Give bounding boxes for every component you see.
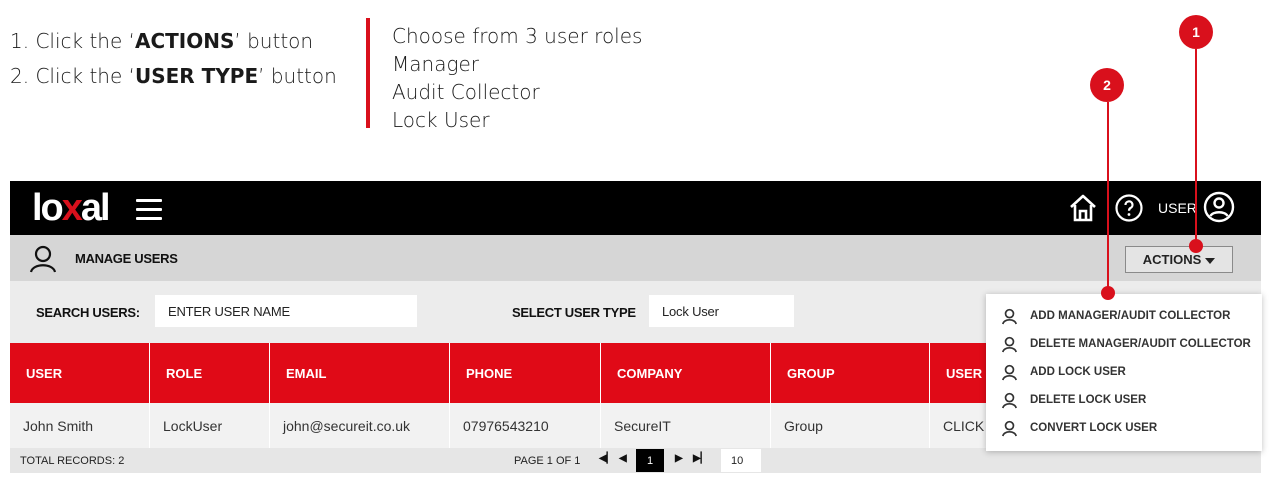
search-input[interactable]: ENTER USER NAME [155, 295, 417, 327]
column-header-user[interactable]: USER [10, 343, 150, 403]
logo-text: al [80, 187, 111, 229]
menu-item-label: ADD LOCK USER [1030, 366, 1126, 378]
callout-2: 2 [1090, 68, 1124, 102]
callout-1-dot [1189, 239, 1203, 253]
step-2-suffix: ’ button [258, 64, 337, 88]
user-label[interactable]: USER [1158, 200, 1197, 216]
actions-button[interactable]: ACTIONS [1125, 246, 1233, 273]
prev-page-icon[interactable]: ◀ [619, 453, 627, 464]
menu-item-delete-lock-user[interactable]: DELETE LOCK USER [986, 386, 1262, 414]
page-size-select[interactable]: 10 [721, 449, 761, 472]
roles-divider [366, 18, 370, 128]
logo-text: lo [32, 187, 64, 229]
user-icon [1002, 336, 1017, 352]
last-page-icon[interactable]: ▶▏ [693, 453, 708, 464]
user-icon [1002, 308, 1017, 324]
home-icon[interactable] [1068, 193, 1098, 223]
cell-group: Group [771, 403, 930, 448]
logo[interactable]: loxal [32, 187, 111, 229]
menu-item-label: DELETE MANAGER/AUDIT COLLECTOR [1030, 338, 1251, 350]
menu-item-convert-lock-user[interactable]: CONVERT LOCK USER [986, 414, 1262, 442]
menu-icon[interactable] [136, 199, 162, 220]
roles-list: Choose from 3 user roles Manager Audit C… [392, 22, 642, 134]
column-header-role[interactable]: ROLE [150, 343, 270, 403]
next-page-icon[interactable]: ▶ [675, 453, 683, 464]
user-icon [1002, 364, 1017, 380]
menu-item-add-manager[interactable]: ADD MANAGER/AUDIT COLLECTOR [986, 302, 1262, 330]
step-1: 1. Click the ‘ACTIONS’ button [10, 24, 337, 59]
user-type-select[interactable]: Lock User [649, 295, 794, 327]
callout-1-line [1195, 49, 1197, 247]
role-item: Manager [392, 52, 479, 76]
total-records: TOTAL RECORDS: 2 [20, 455, 125, 467]
user-icon [1002, 420, 1017, 436]
table-footer: TOTAL RECORDS: 2 PAGE 1 OF 1 ◀▏ ◀ 1 ▶ ▶▏… [10, 448, 1261, 473]
column-header-email[interactable]: EMAIL [270, 343, 450, 403]
callout-2-dot [1101, 286, 1115, 300]
cell-role: LockUser [150, 403, 270, 448]
actions-label: ACTIONS [1142, 252, 1202, 267]
user-icon [29, 245, 57, 273]
cell-company: SecureIT [601, 403, 771, 448]
step-1-target: ACTIONS [135, 29, 235, 53]
column-header-company[interactable]: COMPANY [601, 343, 771, 403]
logo-x: x [61, 187, 83, 229]
menu-item-add-lock-user[interactable]: ADD LOCK USER [986, 358, 1262, 386]
current-page[interactable]: 1 [636, 449, 664, 472]
page-indicator: PAGE 1 OF 1 [514, 455, 581, 467]
roles-heading: Choose from 3 user roles [392, 24, 643, 48]
cell-user: John Smith [10, 403, 150, 448]
search-label: SEARCH USERS: [36, 305, 140, 320]
app-header: loxal USER [10, 181, 1261, 235]
menu-item-label: CONVERT LOCK USER [1030, 422, 1158, 434]
first-page-icon[interactable]: ◀▏ [599, 453, 614, 464]
user-type-label: SELECT USER TYPE [512, 305, 636, 320]
page-title: MANAGE USERS [75, 251, 178, 266]
step-2-target: USER TYPE [135, 64, 259, 88]
column-header-phone[interactable]: PHONE [450, 343, 601, 403]
menu-item-label: ADD MANAGER/AUDIT COLLECTOR [1030, 310, 1231, 322]
callout-2-line [1107, 102, 1109, 292]
step-1-prefix: 1. Click the ‘ [10, 29, 135, 53]
role-item: Audit Collector [392, 80, 540, 104]
cell-email: john@secureit.co.uk [270, 403, 450, 448]
user-account-icon[interactable] [1203, 191, 1235, 223]
instructions: 1. Click the ‘ACTIONS’ button 2. Click t… [10, 24, 337, 94]
page-header: MANAGE USERS ACTIONS [10, 235, 1261, 281]
step-2: 2. Click the ‘USER TYPE’ button [10, 59, 337, 94]
actions-menu: ADD MANAGER/AUDIT COLLECTOR DELETE MANAG… [986, 294, 1262, 451]
role-item: Lock User [392, 108, 490, 132]
user-icon [1002, 392, 1017, 408]
menu-item-delete-manager[interactable]: DELETE MANAGER/AUDIT COLLECTOR [986, 330, 1262, 358]
callout-1: 1 [1179, 15, 1213, 49]
step-1-suffix: ’ button [234, 29, 314, 53]
column-header-group[interactable]: GROUP [771, 343, 930, 403]
help-icon[interactable] [1114, 193, 1144, 223]
step-2-prefix: 2. Click the ‘ [10, 64, 135, 88]
menu-item-label: DELETE LOCK USER [1030, 394, 1147, 406]
cell-phone: 07976543210 [450, 403, 601, 448]
caret-down-icon [1205, 257, 1216, 264]
